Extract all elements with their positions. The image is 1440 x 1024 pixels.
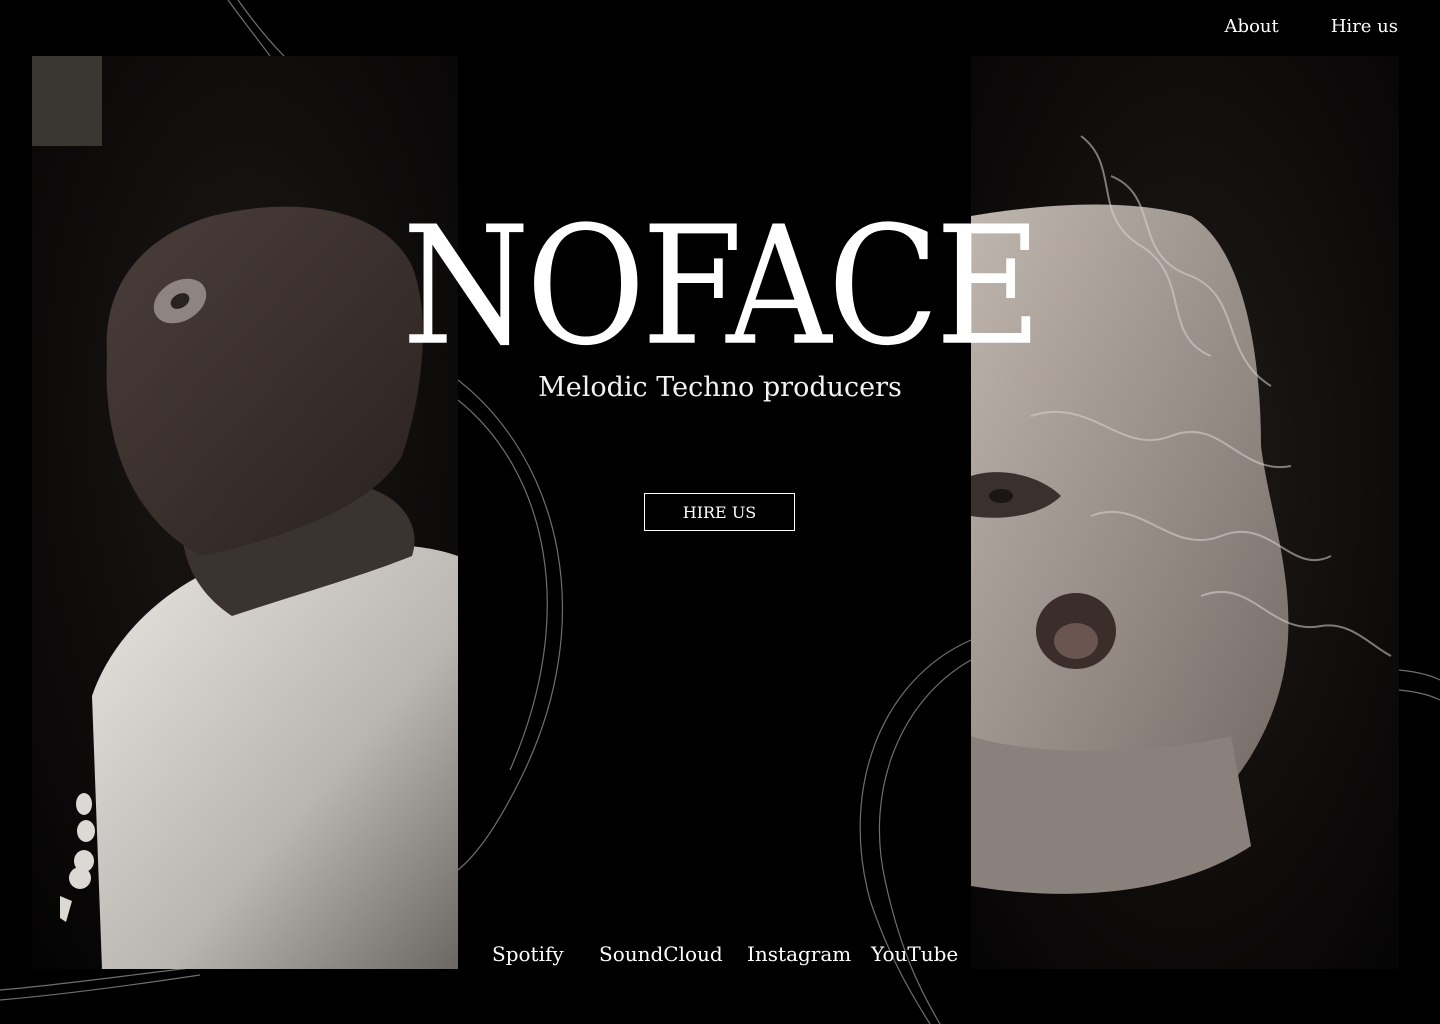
social-link-youtube[interactable]: YouTube — [871, 942, 958, 966]
nav-hire-us-link[interactable]: Hire us — [1331, 16, 1398, 37]
social-links: Spotify SoundCloud Instagram YouTube — [0, 942, 1440, 972]
nav-about-link[interactable]: About — [1225, 16, 1279, 37]
top-nav: About Hire us — [1225, 16, 1398, 37]
hero-title: NOFACE — [402, 191, 1042, 382]
hero-subtitle: Melodic Techno producers — [538, 372, 902, 403]
landing-page: About Hire us NOFACE Melodic Techno prod… — [0, 0, 1440, 1024]
social-link-spotify[interactable]: Spotify — [492, 942, 564, 966]
social-link-soundcloud[interactable]: SoundCloud — [599, 942, 723, 966]
social-link-instagram[interactable]: Instagram — [747, 942, 851, 966]
left-photo-masked-producer — [32, 56, 458, 969]
hire-us-button[interactable]: HIRE US — [644, 493, 795, 531]
